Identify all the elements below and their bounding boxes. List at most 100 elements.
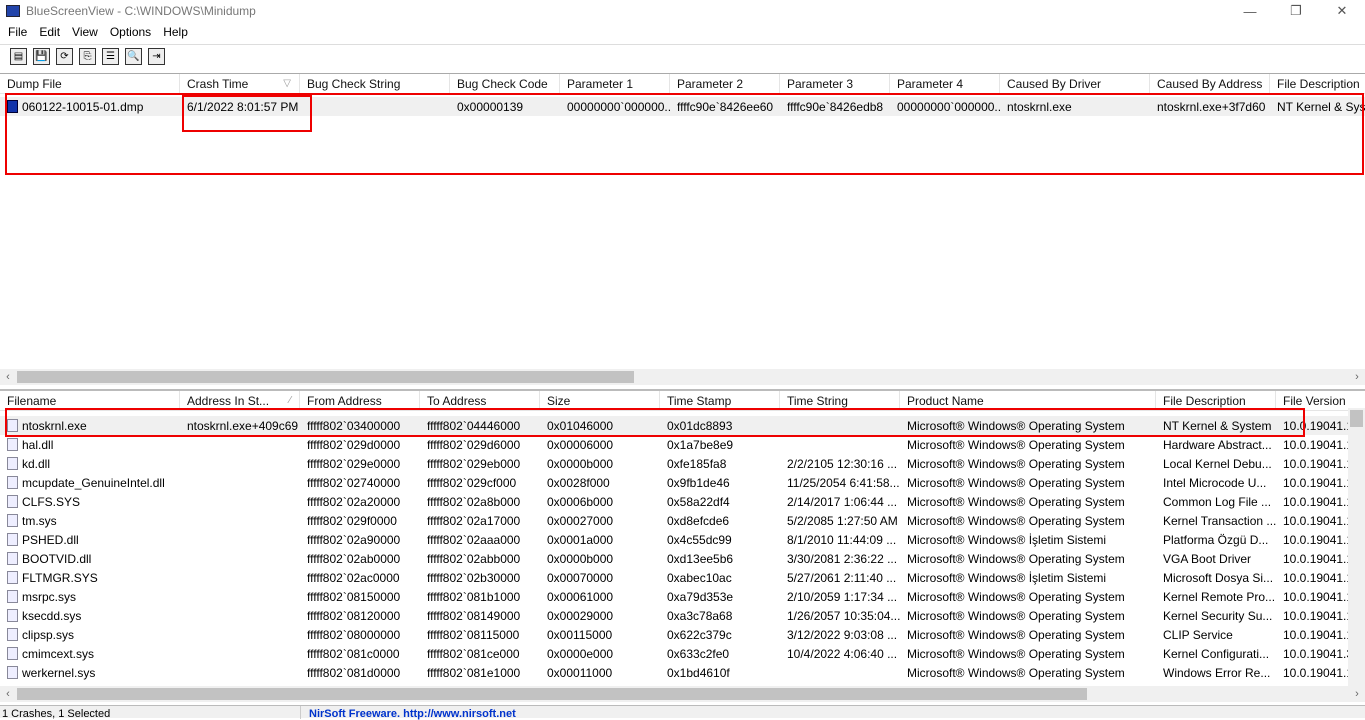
column-header-parameter-3[interactable]: Parameter 3 xyxy=(780,74,890,93)
properties-icon[interactable]: ☰ xyxy=(102,48,119,65)
crash-list[interactable]: Dump File Crash Time ▽ Bug Check String Bug … xyxy=(0,73,1365,370)
cell xyxy=(180,549,300,568)
refresh-icon[interactable]: ⟳ xyxy=(56,48,73,65)
restore-button[interactable]: ❐ xyxy=(1273,0,1319,22)
cell-text: Microsoft® Windows® Operating System xyxy=(907,627,1125,642)
html-report-icon[interactable]: ▤ xyxy=(10,48,27,65)
cell-text: 3/30/2081 2:36:22 ... xyxy=(787,551,898,566)
column-header-time-string[interactable]: Time String xyxy=(780,391,900,410)
menu-file[interactable]: File xyxy=(2,25,33,39)
menu-help[interactable]: Help xyxy=(157,25,194,39)
column-header-caused-by-driver[interactable]: Caused By Driver xyxy=(1000,74,1150,93)
cell-text: 060122-10015-01.dmp xyxy=(22,99,144,114)
table-row[interactable]: ntoskrnl.exe ntoskrnl.exe+409c69 fffff802`… xyxy=(0,416,1365,435)
scroll-left-icon[interactable]: ‹ xyxy=(0,369,16,385)
column-header-size[interactable]: Size xyxy=(540,391,660,410)
cell-text: ksecdd.sys xyxy=(22,608,82,623)
table-row[interactable]: CLFS.SYS fffff802`02a20000 fffff802`02a8b0… xyxy=(0,492,1365,511)
file-icon xyxy=(7,419,18,432)
table-row[interactable]: ksecdd.sys fffff802`08120000 fffff802`0814… xyxy=(0,606,1365,625)
column-header-from-address[interactable]: From Address xyxy=(300,391,420,410)
copy-icon[interactable]: ⎘ xyxy=(79,48,96,65)
column-header-parameter-2[interactable]: Parameter 2 xyxy=(670,74,780,93)
cell: Microsoft® Windows® İşletim Sistemi xyxy=(900,530,1156,549)
cell: 00000000`000000... xyxy=(560,97,670,116)
cell-text: 0x1bd4610f xyxy=(667,665,730,680)
cell-text: Microsoft® Windows® İşletim Sistemi xyxy=(907,532,1107,547)
column-header-product-name[interactable]: Product Name xyxy=(900,391,1156,410)
cell: ntoskrnl.exe+409c69 xyxy=(180,416,300,435)
table-row[interactable]: clipsp.sys fffff802`08000000 fffff802`0811… xyxy=(0,625,1365,644)
cell-text: NT Kernel & System xyxy=(1277,99,1365,114)
exit-icon[interactable]: ⇥ xyxy=(148,48,165,65)
cell: fffff802`04446000 xyxy=(420,416,540,435)
menu-edit[interactable]: Edit xyxy=(33,25,66,39)
column-header-file-description[interactable]: File Description xyxy=(1270,74,1365,93)
cell: Common Log File ... xyxy=(1156,492,1276,511)
table-row[interactable]: BOOTVID.dll fffff802`02ab0000 fffff802`02a… xyxy=(0,549,1365,568)
crash-list-hscrollbar[interactable]: ‹ › xyxy=(0,369,1365,385)
scroll-thumb[interactable] xyxy=(17,688,1087,700)
cell-text: fffff802`081b1000 xyxy=(427,589,521,604)
column-header-parameter-4[interactable]: Parameter 4 xyxy=(890,74,1000,93)
minimize-button[interactable]: — xyxy=(1227,0,1273,22)
column-header-parameter-1[interactable]: Parameter 1 xyxy=(560,74,670,93)
table-row[interactable]: tm.sys fffff802`029f0000 fffff802`02a17000… xyxy=(0,511,1365,530)
cell: fffff802`02a8b000 xyxy=(420,492,540,511)
scroll-right-icon[interactable]: › xyxy=(1349,369,1365,385)
column-header-bug-check-string[interactable]: Bug Check String xyxy=(300,74,450,93)
cell-text: fffff802`02a90000 xyxy=(307,532,401,547)
cell: fffff802`081e1000 xyxy=(420,663,540,682)
table-row[interactable]: msrpc.sys fffff802`08150000 fffff802`081b1… xyxy=(0,587,1365,606)
module-list-vscrollbar[interactable] xyxy=(1348,408,1365,686)
nirsoft-link[interactable]: NirSoft Freeware. http://www.nirsoft.net xyxy=(300,706,516,720)
table-row[interactable]: mcupdate_GenuineIntel.dll fffff802`027400… xyxy=(0,473,1365,492)
cell: 0xabec10ac xyxy=(660,568,780,587)
file-icon xyxy=(7,438,18,451)
cell xyxy=(180,530,300,549)
scroll-thumb[interactable] xyxy=(17,371,634,383)
table-row[interactable]: FLTMGR.SYS fffff802`02ac0000 fffff802`02b3… xyxy=(0,568,1365,587)
menu-options[interactable]: Options xyxy=(104,25,157,39)
scroll-thumb[interactable] xyxy=(1350,410,1363,427)
column-header-caused-by-address[interactable]: Caused By Address xyxy=(1150,74,1270,93)
module-list-hscrollbar[interactable]: ‹ › xyxy=(0,686,1365,702)
table-row[interactable]: kd.dll fffff802`029e0000 fffff802`029eb000… xyxy=(0,454,1365,473)
column-header-address-in-st-[interactable]: Address In St... ⁄ xyxy=(180,391,300,410)
column-header-file-description[interactable]: File Description xyxy=(1156,391,1276,410)
table-row[interactable]: cmimcext.sys fffff802`081c0000 fffff802`08… xyxy=(0,644,1365,663)
column-header-time-stamp[interactable]: Time Stamp xyxy=(660,391,780,410)
cell-text: fffff802`029d0000 xyxy=(307,437,401,452)
cell: Microsoft Dosya Si... xyxy=(1156,568,1276,587)
save-icon[interactable]: 💾 xyxy=(33,48,50,65)
scroll-left-icon[interactable]: ‹ xyxy=(0,686,16,702)
column-header-bug-check-code[interactable]: Bug Check Code xyxy=(450,74,560,93)
cell: ntoskrnl.exe xyxy=(0,416,180,435)
column-header-label: From Address xyxy=(307,393,382,408)
cell: Microsoft® Windows® Operating System xyxy=(900,492,1156,511)
file-icon xyxy=(7,495,18,508)
cell-text: Microsoft® Windows® Operating System xyxy=(907,608,1125,623)
table-row[interactable]: werkernel.sys fffff802`081d0000 fffff802`0… xyxy=(0,663,1365,682)
close-button[interactable]: ✕ xyxy=(1319,0,1365,22)
find-icon[interactable]: 🔍 xyxy=(125,48,142,65)
file-icon xyxy=(7,609,18,622)
column-header-filename[interactable]: Filename xyxy=(0,391,180,410)
cell-text: 0x00011000 xyxy=(547,665,613,680)
cell-text: fffff802`02b30000 xyxy=(427,570,521,585)
column-header-crash-time[interactable]: Crash Time ▽ xyxy=(180,74,300,93)
cell-text: msrpc.sys xyxy=(22,589,76,604)
cell-text: 0x622c379c xyxy=(667,627,732,642)
table-row[interactable]: 060122-10015-01.dmp 6/1/2022 8:01:57 PM 0x… xyxy=(0,97,1365,116)
cell-text: cmimcext.sys xyxy=(22,646,94,661)
module-list[interactable]: Filename Address In St... ⁄ From Address To … xyxy=(0,389,1365,686)
cell: 1/26/2057 10:35:04... xyxy=(780,606,900,625)
column-header-dump-file[interactable]: Dump File xyxy=(0,74,180,93)
table-row[interactable]: PSHED.dll fffff802`02a90000 fffff802`02aaa… xyxy=(0,530,1365,549)
menu-view[interactable]: View xyxy=(66,25,104,39)
column-header-to-address[interactable]: To Address xyxy=(420,391,540,410)
cell: NT Kernel & System xyxy=(1270,97,1365,116)
scroll-right-icon[interactable]: › xyxy=(1349,686,1365,702)
table-row[interactable]: hal.dll fffff802`029d0000 fffff802`029d600… xyxy=(0,435,1365,454)
cell: Microsoft® Windows® Operating System xyxy=(900,625,1156,644)
